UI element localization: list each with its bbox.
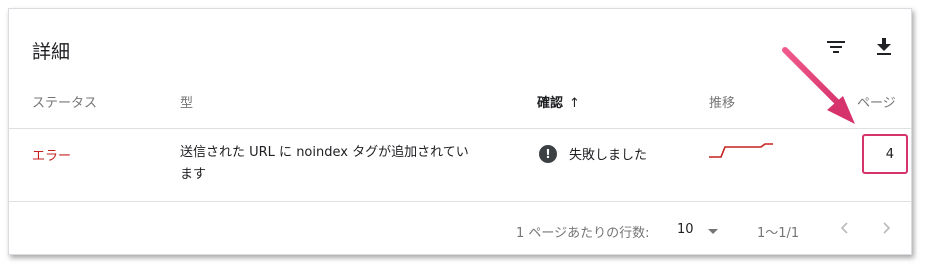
row-type-line1: 送信された URL に noindex タグが追加されてい bbox=[180, 145, 469, 160]
rows-per-page-value: 10 bbox=[677, 222, 694, 237]
page-range: 1〜1/1 bbox=[757, 226, 800, 241]
prev-page-button[interactable] bbox=[834, 217, 856, 239]
exclamation-icon: ! bbox=[539, 144, 557, 163]
row-divider bbox=[9, 201, 911, 202]
row-type-line2: ます bbox=[180, 167, 207, 182]
row-validation-label: 失敗しました bbox=[569, 148, 648, 163]
row-pages-count: 4 bbox=[885, 147, 894, 162]
dropdown-caret-icon[interactable] bbox=[708, 229, 718, 234]
row-validation[interactable]: ! 失敗しました bbox=[539, 144, 647, 163]
download-icon bbox=[877, 38, 891, 55]
header-validation[interactable]: 確認 ↑ bbox=[537, 92, 580, 111]
annotation-arrow-icon bbox=[782, 47, 855, 124]
rows-per-page-label: 1 ページあたりの行数: bbox=[516, 226, 650, 241]
rows-per-page-select[interactable]: 10 bbox=[677, 222, 694, 237]
trend-sparkline bbox=[709, 143, 773, 158]
row-type[interactable]: 送信された URL に noindex タグが追加されてい ます bbox=[180, 142, 500, 186]
row-trend-sparkline bbox=[709, 141, 775, 165]
header-trend[interactable]: 推移 bbox=[709, 92, 735, 111]
header-validation-label: 確認 bbox=[537, 96, 564, 111]
header-status[interactable]: ステータス bbox=[32, 92, 97, 111]
card-title: 詳細 bbox=[32, 41, 71, 63]
chevron-left-icon bbox=[841, 222, 848, 234]
chevron-right-icon bbox=[883, 222, 890, 234]
header-type[interactable]: 型 bbox=[180, 92, 193, 111]
pages-count-highlight[interactable]: 4 bbox=[862, 134, 908, 174]
arrow-up-icon: ↑ bbox=[569, 96, 580, 111]
next-page-button[interactable] bbox=[875, 217, 897, 239]
row-status[interactable]: エラー bbox=[32, 145, 71, 164]
